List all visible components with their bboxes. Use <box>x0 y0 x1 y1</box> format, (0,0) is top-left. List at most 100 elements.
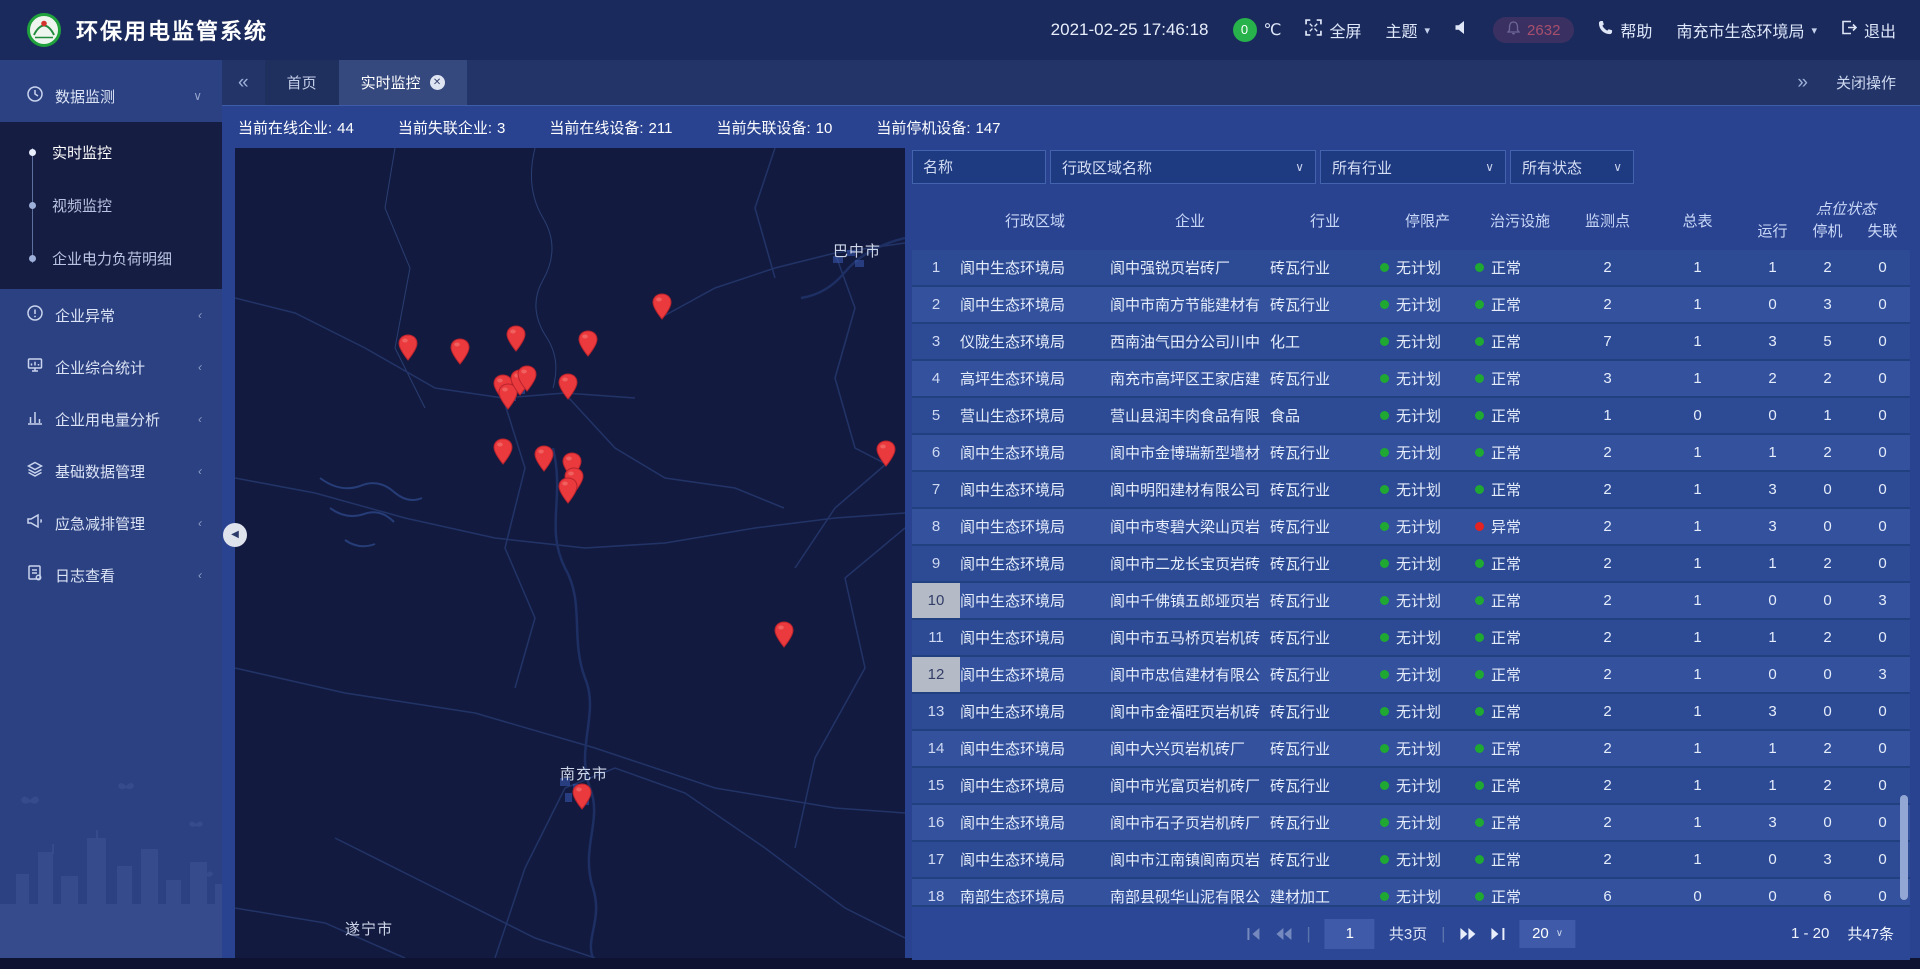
first-page-button[interactable] <box>1246 927 1261 941</box>
map-marker-pin[interactable] <box>652 293 672 320</box>
sidebar-item-bar-chart[interactable]: 企业用电量分析‹ <box>0 393 222 445</box>
temperature-unit: ℃ <box>1264 20 1282 40</box>
table-scrollbar-thumb[interactable] <box>1900 795 1908 900</box>
tabs-scroll-left-icon[interactable]: « <box>238 72 249 94</box>
table-row[interactable]: 13阆中生态环境局阆中市金福旺页岩机砖砖瓦行业无计划正常21300 <box>912 694 1910 731</box>
map-marker-pin[interactable] <box>558 477 578 504</box>
table-row[interactable]: 11阆中生态环境局阆中市五马桥页岩机砖砖瓦行业无计划正常21120 <box>912 620 1910 657</box>
status-text: 正常 <box>1491 590 1521 611</box>
record-range-label: 1 - 20 <box>1791 925 1829 942</box>
status-text: 正常 <box>1491 849 1521 870</box>
status-dot-icon <box>1380 300 1389 309</box>
help-button[interactable]: 帮助 <box>1598 18 1652 42</box>
cell-production-status: 无计划 <box>1380 294 1475 315</box>
region-filter-select[interactable]: 行政区域名称 ∨ <box>1050 150 1316 184</box>
map-marker-pin[interactable] <box>493 438 513 465</box>
map-panel[interactable]: 巴中市南充市遂宁市 ◀ <box>235 148 905 958</box>
status-dot-icon <box>1475 374 1484 383</box>
cell-monitor-count: 2 <box>1565 592 1650 609</box>
table-row[interactable]: 15阆中生态环境局阆中市光富页岩机砖厂砖瓦行业无计划正常21120 <box>912 768 1910 805</box>
cell-run-count: 0 <box>1745 592 1800 609</box>
table-row[interactable]: 12阆中生态环境局阆中市忠信建材有限公砖瓦行业无计划正常21003 <box>912 657 1910 694</box>
sidebar-subitem[interactable]: 企业电力负荷明细 <box>0 232 222 285</box>
layers-icon <box>26 460 44 482</box>
status-text: 正常 <box>1491 368 1521 389</box>
cell-meter-count: 1 <box>1650 444 1745 461</box>
alarm-count-badge[interactable]: 2632 <box>1493 17 1574 43</box>
cell-industry: 砖瓦行业 <box>1270 849 1380 870</box>
cell-production-status: 无计划 <box>1380 331 1475 352</box>
table-row[interactable]: 5营山生态环境局营山县润丰肉食品有限食品无计划正常10010 <box>912 398 1910 435</box>
cell-company: 西南油气田分公司川中 <box>1110 331 1270 352</box>
status-dot-icon <box>1475 892 1484 901</box>
map-marker-pin[interactable] <box>398 334 418 361</box>
map-marker-pin[interactable] <box>506 325 526 352</box>
cell-meter-count: 1 <box>1650 370 1745 387</box>
table-row[interactable]: 7阆中生态环境局阆中明阳建材有限公司砖瓦行业无计划正常21300 <box>912 472 1910 509</box>
previous-page-button[interactable] <box>1275 927 1292 941</box>
table-row[interactable]: 4高坪生态环境局南充市高坪区王家店建砖瓦行业无计划正常31220 <box>912 361 1910 398</box>
logout-button[interactable]: 退出 <box>1841 18 1896 42</box>
status-filter-select[interactable]: 所有状态 ∨ <box>1510 150 1634 184</box>
table-row[interactable]: 9阆中生态环境局阆中市二龙长宝页岩砖砖瓦行业无计划正常21120 <box>912 546 1910 583</box>
cell-production-status: 无计划 <box>1380 849 1475 870</box>
table-row[interactable]: 3仪陇生态环境局西南油气田分公司川中化工无计划正常71350 <box>912 324 1910 361</box>
map-marker-pin[interactable] <box>578 330 598 357</box>
last-page-button[interactable] <box>1491 927 1506 941</box>
table-row[interactable]: 16阆中生态环境局阆中市石子页岩机砖厂砖瓦行业无计划正常21300 <box>912 805 1910 842</box>
speaker-mute-button[interactable] <box>1454 20 1469 40</box>
table-row[interactable]: 8阆中生态环境局阆中市枣碧大梁山页岩砖瓦行业无计划异常21300 <box>912 509 1910 546</box>
sidebar-item-megaphone[interactable]: 应急减排管理‹ <box>0 497 222 549</box>
sidebar-item-stats-board[interactable]: 企业综合统计‹ <box>0 341 222 393</box>
tab-close-icon[interactable]: ✕ <box>430 75 445 90</box>
cell-company: 阆中市五马桥页岩机砖 <box>1110 627 1270 648</box>
tab-home[interactable]: 首页 <box>265 60 339 105</box>
fullscreen-button[interactable]: 全屏 <box>1305 18 1361 42</box>
table-row[interactable]: 1阆中生态环境局阆中强锐页岩砖厂砖瓦行业无计划正常21120 <box>912 250 1910 287</box>
theme-dropdown[interactable]: 主题 ▾ <box>1386 18 1431 42</box>
org-dropdown[interactable]: 南充市生态环境局 ▾ <box>1676 18 1817 42</box>
table-row[interactable]: 10阆中生态环境局阆中千佛镇五郎垭页岩砖瓦行业无计划正常21003 <box>912 583 1910 620</box>
record-total-label: 共47条 <box>1847 923 1894 944</box>
sidebar-subitem[interactable]: 实时监控 <box>0 126 222 179</box>
map-marker-pin[interactable] <box>572 783 592 810</box>
cell-facility-status: 正常 <box>1475 590 1565 611</box>
map-marker-pin[interactable] <box>876 440 896 467</box>
page-size-select[interactable]: 20 ∨ <box>1520 920 1576 948</box>
map-marker-pin[interactable] <box>517 365 537 392</box>
cell-facility-status: 正常 <box>1475 479 1565 500</box>
name-filter-input[interactable] <box>912 150 1046 184</box>
select-value: 所有状态 <box>1522 157 1582 178</box>
row-index: 10 <box>912 583 960 618</box>
bullet-dot-icon <box>29 202 36 209</box>
map-marker-pin[interactable] <box>534 445 554 472</box>
col-header-run: 运行 <box>1745 190 1800 250</box>
status-text: 无计划 <box>1396 442 1441 463</box>
sidebar-item-alert-circle[interactable]: 企业异常‹ <box>0 289 222 341</box>
map-collapse-button[interactable]: ◀ <box>223 523 247 547</box>
page-number-input[interactable] <box>1325 919 1375 949</box>
tab-realtime-monitor[interactable]: 实时监控 ✕ <box>339 60 467 105</box>
table-row[interactable]: 14阆中生态环境局阆中大兴页岩机砖厂砖瓦行业无计划正常21120 <box>912 731 1910 768</box>
sidebar-item-label: 企业异常 <box>55 305 115 326</box>
industry-filter-select[interactable]: 所有行业 ∨ <box>1320 150 1506 184</box>
tabs-scroll-right-icon[interactable]: » <box>1797 72 1808 94</box>
next-page-button[interactable] <box>1460 927 1477 941</box>
sidebar-item-log-file[interactable]: 日志查看‹ <box>0 549 222 601</box>
table-row[interactable]: 2阆中生态环境局阆中市南方节能建材有砖瓦行业无计划正常21030 <box>912 287 1910 324</box>
sidebar-item-monitor-clock[interactable]: 数据监测∨ <box>0 70 222 122</box>
cell-stop-count: 5 <box>1800 333 1855 350</box>
table-row[interactable]: 18南部生态环境局南部县砚华山泥有限公建材加工无计划正常60060 <box>912 879 1910 905</box>
table-row[interactable]: 6阆中生态环境局阆中市金博瑞新型墙材砖瓦行业无计划正常21120 <box>912 435 1910 472</box>
total-pages-label: 共3页 <box>1389 923 1427 944</box>
close-operations-button[interactable]: 关闭操作 <box>1836 72 1896 93</box>
map-marker-pin[interactable] <box>558 373 578 400</box>
status-text: 无计划 <box>1396 516 1441 537</box>
map-marker-pin[interactable] <box>774 621 794 648</box>
cell-run-count: 3 <box>1745 814 1800 831</box>
sidebar-subitem[interactable]: 视频监控 <box>0 179 222 232</box>
sidebar-item-layers[interactable]: 基础数据管理‹ <box>0 445 222 497</box>
map-marker-pin[interactable] <box>450 338 470 365</box>
cell-region: 阆中生态环境局 <box>960 812 1110 833</box>
table-row[interactable]: 17阆中生态环境局阆中市江南镇阆南页岩砖瓦行业无计划正常21030 <box>912 842 1910 879</box>
